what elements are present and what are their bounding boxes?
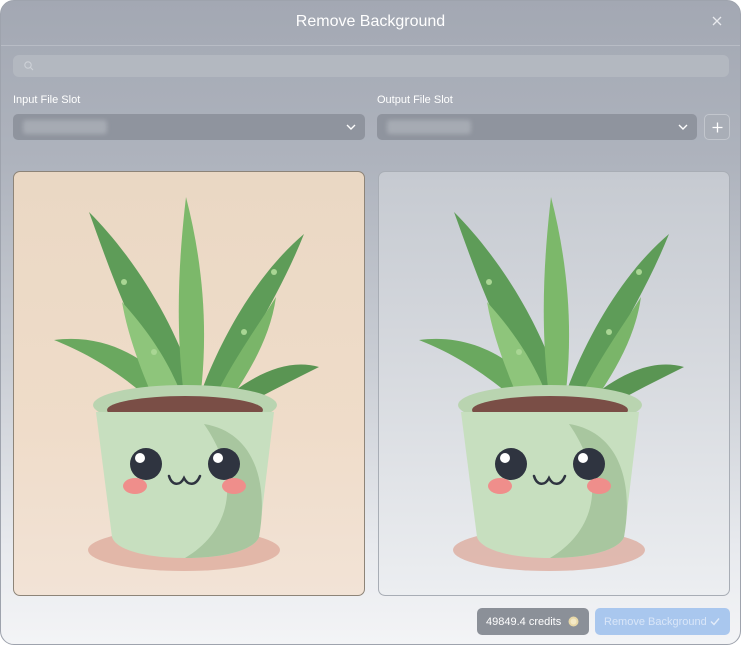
output-slot-value: [387, 120, 471, 134]
close-icon[interactable]: [710, 14, 724, 28]
coin-icon: [568, 616, 579, 627]
dialog-header: Remove Background: [1, 1, 740, 46]
search-bar[interactable]: [13, 55, 729, 77]
remove-background-dialog: Remove Background Input File Slot Output…: [0, 0, 741, 645]
plus-icon: [712, 122, 723, 133]
credits-text: 49849.4 credits: [486, 616, 562, 628]
input-slot-label: Input File Slot: [13, 94, 81, 106]
search-icon: [24, 61, 34, 71]
remove-background-label: Remove Background: [604, 615, 707, 628]
output-slot-select[interactable]: [377, 114, 697, 140]
chevron-down-icon: [678, 124, 688, 130]
input-image-preview: [13, 171, 365, 596]
check-icon: [710, 618, 720, 626]
chevron-down-icon: [346, 124, 356, 130]
input-slot-value: [23, 120, 107, 134]
remove-background-button[interactable]: Remove Background: [595, 608, 730, 635]
credits-badge: 49849.4 credits: [477, 608, 589, 635]
dialog-title: Remove Background: [295, 13, 446, 30]
potted-aloe-illustration: [54, 197, 319, 571]
add-output-slot-button[interactable]: [704, 114, 730, 140]
search-input[interactable]: [41, 55, 721, 77]
output-image-preview: [378, 171, 730, 596]
input-slot-select[interactable]: [13, 114, 365, 140]
output-slot-label: Output File Slot: [377, 94, 453, 106]
potted-aloe-illustration: [417, 195, 686, 573]
